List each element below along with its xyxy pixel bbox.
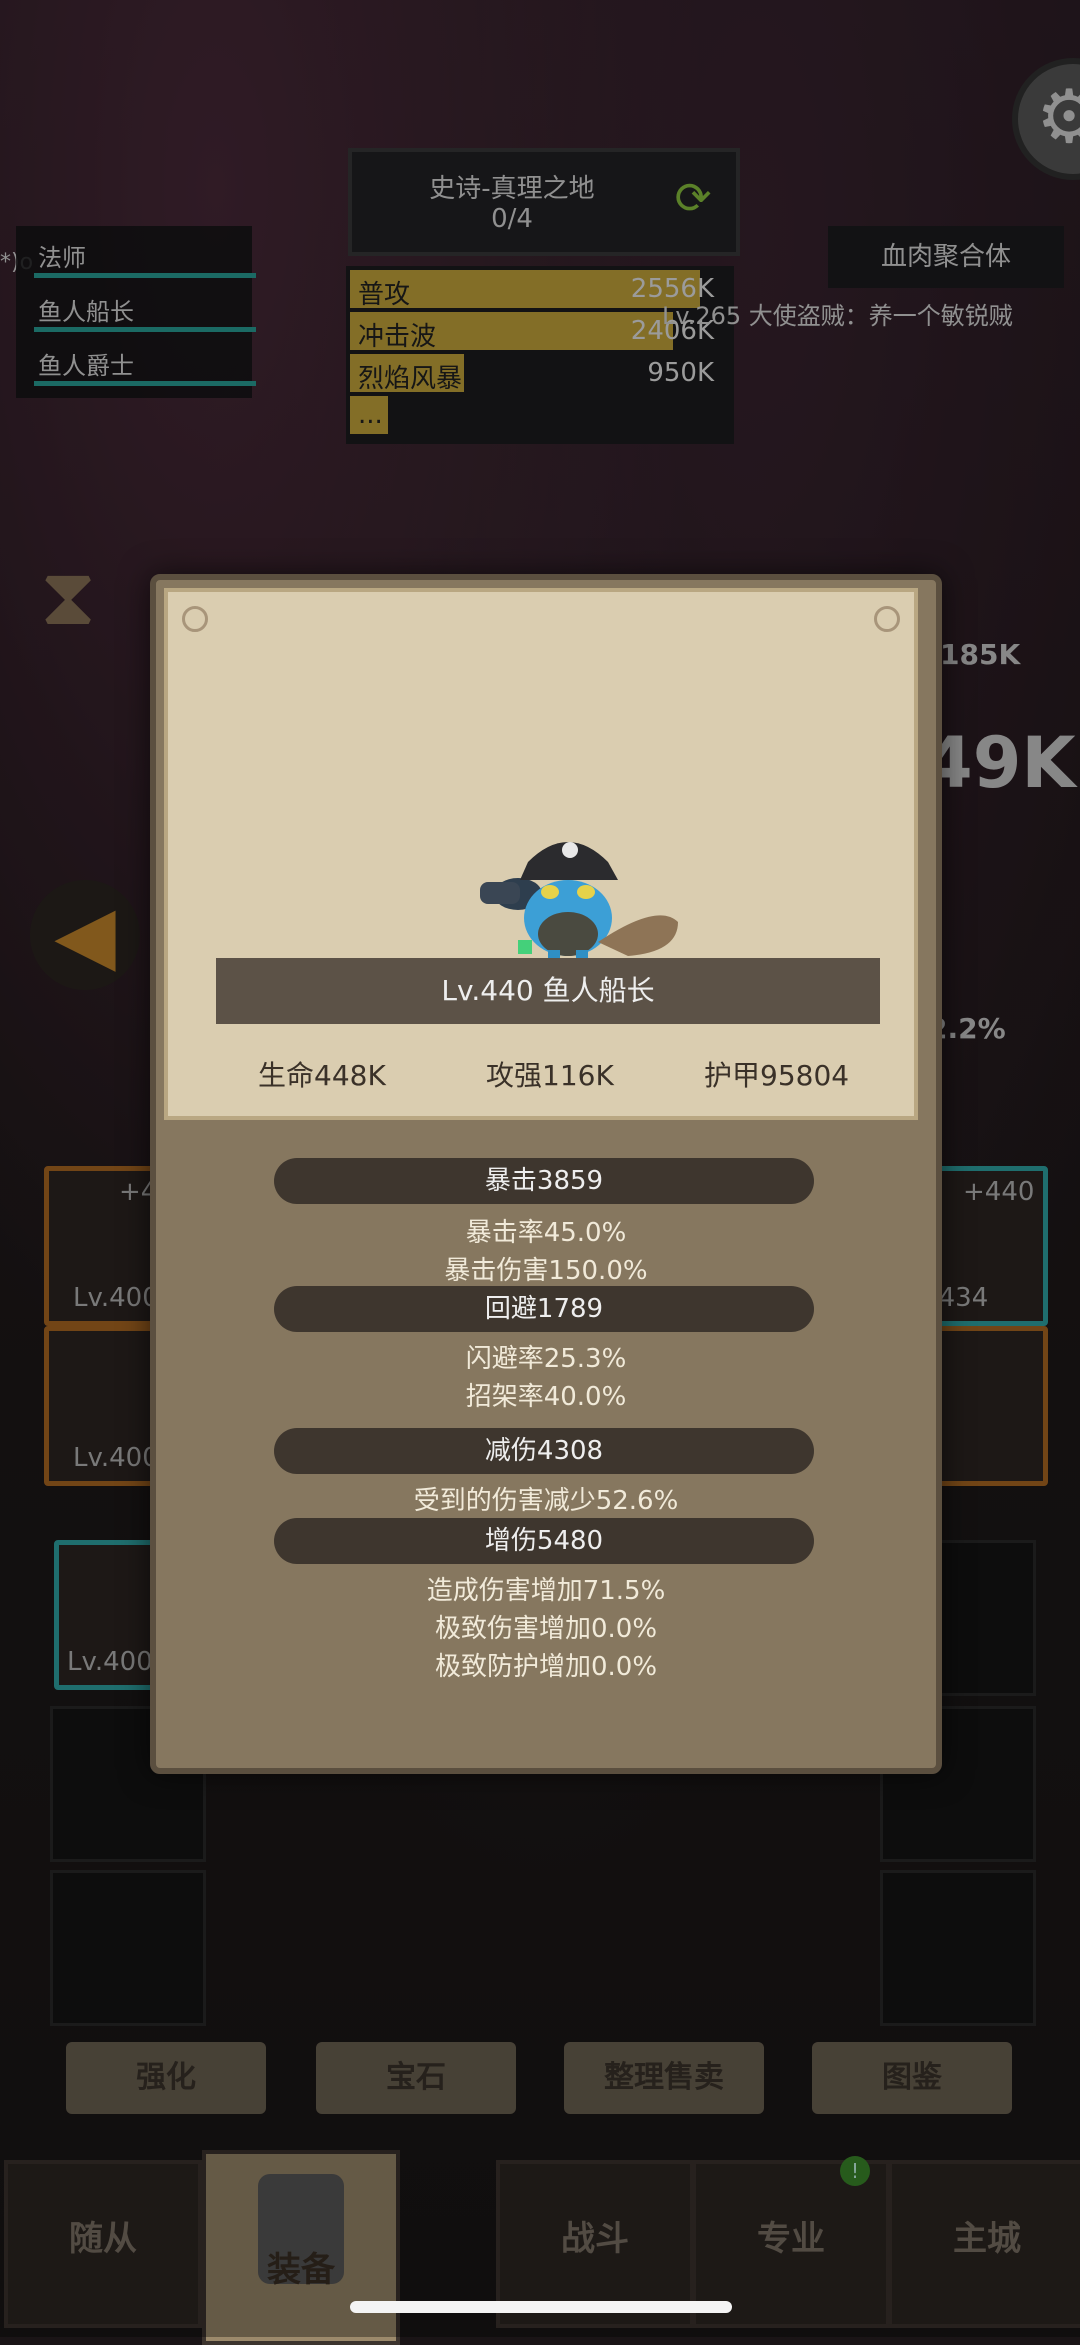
stat-line: 闪避率25.3% bbox=[465, 1344, 627, 1374]
stat-line: 造成伤害增加71.5% bbox=[426, 1576, 666, 1606]
section-header: 回避1789 bbox=[274, 1286, 814, 1332]
stat-line: 暴击伤害150.0% bbox=[444, 1256, 648, 1286]
stat-line: 极致伤害增加0.0% bbox=[434, 1614, 658, 1644]
corner-ornament bbox=[874, 606, 900, 632]
section-header: 增伤5480 bbox=[274, 1518, 814, 1564]
section-header: 暴击3859 bbox=[274, 1158, 814, 1204]
section-header: 减伤4308 bbox=[274, 1428, 814, 1474]
stat-line: 极致防护增加0.0% bbox=[434, 1652, 658, 1682]
character-name-bar: Lv.440 鱼人船长 bbox=[216, 958, 880, 1024]
character-detail-modal: Lv.440 鱼人船长 生命448K 攻强116K 护甲95804 暴击3859… bbox=[150, 574, 942, 1774]
stat-line: 受到的伤害减少52.6% bbox=[413, 1486, 679, 1516]
character-card: Lv.440 鱼人船长 生命448K 攻强116K 护甲95804 bbox=[164, 588, 918, 1120]
stat-line: 暴击率45.0% bbox=[465, 1218, 627, 1248]
stat-attack: 攻强116K bbox=[486, 1059, 614, 1092]
stat-armor: 护甲95804 bbox=[704, 1059, 850, 1092]
fish-captain-sprite bbox=[480, 842, 678, 966]
corner-ornament bbox=[182, 606, 208, 632]
stat-hp: 生命448K bbox=[258, 1059, 386, 1092]
home-indicator[interactable] bbox=[350, 2301, 732, 2313]
stat-line: 招架率40.0% bbox=[465, 1382, 627, 1412]
